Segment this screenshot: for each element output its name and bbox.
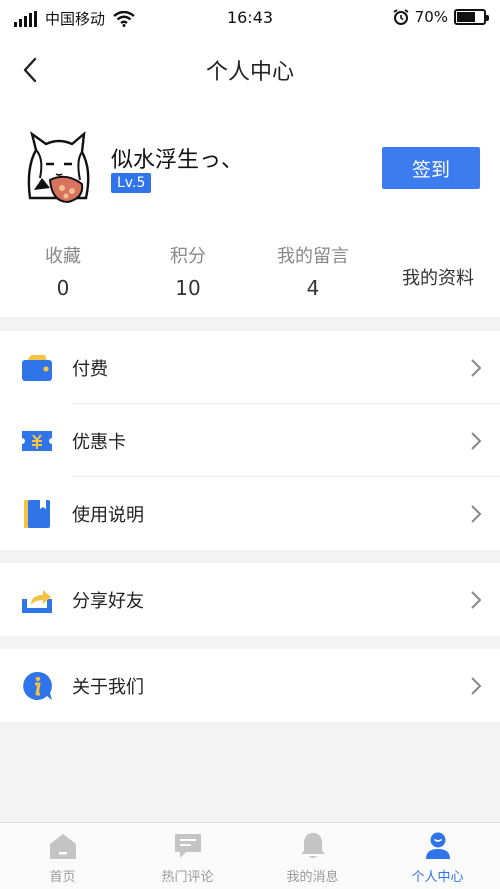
stat-value: 10 bbox=[175, 276, 201, 300]
profile-section: 似水浮生っ、 Lv.5 签到 收藏 0 积分 10 我的留言 4 我的资料 bbox=[0, 102, 500, 317]
tab-my-messages[interactable]: 我的消息 bbox=[250, 823, 375, 889]
menu-item-payment[interactable]: 付费 bbox=[0, 331, 500, 404]
stat-label: 收藏 bbox=[45, 246, 81, 267]
menu-item-instructions[interactable]: 使用说明 bbox=[0, 477, 500, 550]
stat-points[interactable]: 积分 10 bbox=[133, 242, 243, 300]
tab-home[interactable]: 首页 bbox=[0, 823, 125, 889]
status-bar: 中国移动 16:43 70% bbox=[0, 0, 500, 36]
stats-row: 收藏 0 积分 10 我的留言 4 我的资料 bbox=[0, 242, 500, 302]
stat-value: 0 bbox=[56, 276, 70, 300]
wallet-icon bbox=[22, 355, 52, 381]
chevron-right-icon bbox=[471, 591, 482, 609]
comment-icon bbox=[175, 834, 201, 858]
menu-label: 关于我们 bbox=[72, 676, 144, 698]
menu-group-2: 分享好友 bbox=[0, 563, 500, 636]
chevron-right-icon bbox=[471, 359, 482, 377]
tab-bar: 首页 热门评论 我的消息 个人中心 bbox=[0, 822, 500, 889]
bell-icon bbox=[301, 833, 325, 858]
level-badge: Lv.5 bbox=[111, 173, 152, 193]
menu-item-coupon[interactable]: 优惠卡 bbox=[0, 404, 500, 477]
my-info-link[interactable]: 我的资料 bbox=[383, 264, 493, 290]
page-title: 个人中心 bbox=[205, 60, 294, 85]
alarm-icon bbox=[393, 9, 409, 25]
stat-favorites[interactable]: 收藏 0 bbox=[8, 242, 118, 300]
tab-label: 我的消息 bbox=[286, 870, 339, 885]
nav-bar: 个人中心 bbox=[0, 36, 500, 102]
share-icon bbox=[22, 590, 52, 613]
battery-percent: 70% bbox=[414, 8, 448, 26]
battery-level bbox=[457, 12, 476, 22]
tab-hot-comments[interactable]: 热门评论 bbox=[125, 823, 250, 889]
menu-group-1: 付费 优惠卡 使用说明 bbox=[0, 331, 500, 550]
menu-label: 使用说明 bbox=[72, 504, 144, 526]
status-right: 70% bbox=[393, 8, 489, 26]
stat-label: 我的留言 bbox=[277, 246, 349, 267]
chevron-right-icon bbox=[471, 432, 482, 450]
menu-item-share[interactable]: 分享好友 bbox=[0, 563, 500, 636]
checkin-button[interactable]: 签到 bbox=[382, 147, 480, 189]
chevron-right-icon bbox=[471, 505, 482, 523]
battery-icon bbox=[454, 9, 489, 25]
stat-label: 积分 bbox=[170, 246, 206, 267]
home-icon bbox=[50, 834, 76, 859]
username: 似水浮生っ、 bbox=[111, 148, 244, 173]
menu-group-3: 关于我们 bbox=[0, 649, 500, 722]
tab-label: 个人中心 bbox=[411, 870, 464, 885]
chevron-right-icon bbox=[471, 677, 482, 695]
menu-item-about[interactable]: 关于我们 bbox=[0, 649, 500, 722]
menu-label: 分享好友 bbox=[72, 590, 144, 612]
tab-label: 热门评论 bbox=[161, 870, 214, 885]
user-icon bbox=[426, 832, 450, 859]
coupon-icon bbox=[22, 431, 52, 451]
tab-profile[interactable]: 个人中心 bbox=[375, 823, 500, 889]
avatar[interactable] bbox=[22, 128, 96, 206]
stat-messages[interactable]: 我的留言 4 bbox=[258, 242, 368, 300]
info-icon bbox=[23, 671, 52, 700]
tab-label: 首页 bbox=[49, 870, 76, 885]
menu-label: 付费 bbox=[72, 358, 108, 380]
stat-value: 4 bbox=[306, 276, 320, 300]
menu-label: 优惠卡 bbox=[72, 431, 126, 453]
book-icon bbox=[24, 500, 50, 528]
